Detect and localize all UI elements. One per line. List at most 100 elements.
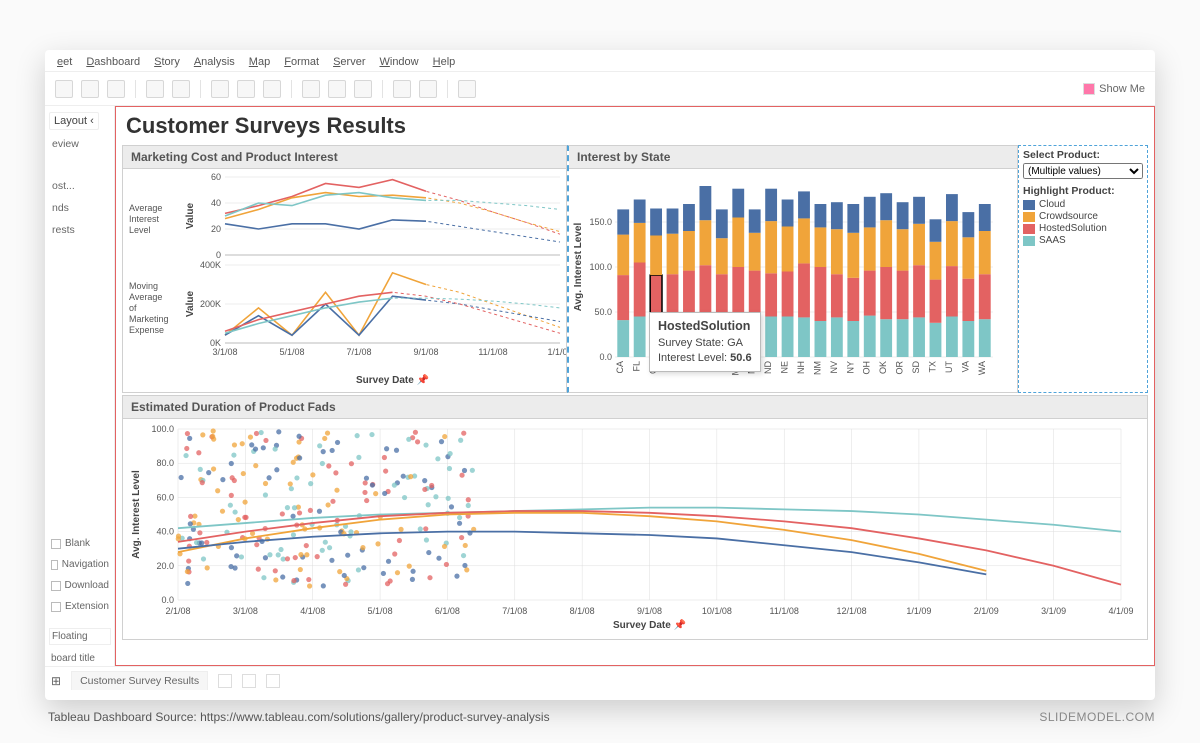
svg-text:Avg. Interest Level: Avg. Interest Level — [131, 470, 142, 559]
toolbar: Show Me — [45, 72, 1155, 106]
sidebar-row[interactable]: eview — [49, 136, 110, 152]
toolbar-add-sheet-icon[interactable] — [107, 80, 125, 98]
svg-text:Survey Date 📌: Survey Date 📌 — [356, 373, 430, 386]
svg-text:2/1/09: 2/1/09 — [974, 606, 999, 616]
svg-text:12/1/08: 12/1/08 — [837, 606, 867, 616]
legend[interactable]: CloudCrowdsourceHostedSolutionSAAS — [1023, 199, 1143, 246]
svg-text:3/1/08: 3/1/08 — [233, 606, 258, 616]
menu-server[interactable]: Server — [333, 56, 365, 68]
chart-state[interactable]: Avg. Interest Level0.050.0100.0150.0CAFL… — [569, 169, 999, 387]
toolbar-swap-icon[interactable] — [211, 80, 229, 98]
legend-item-saas[interactable]: SAAS — [1023, 235, 1143, 246]
chart-marketing[interactable]: AverageInterestLevelValue0204060MovingAv… — [123, 169, 566, 387]
figure-caption: Tableau Dashboard Source: https://www.ta… — [48, 710, 550, 724]
svg-text:6/1/08: 6/1/08 — [435, 606, 460, 616]
menu-story[interactable]: Story — [154, 56, 180, 68]
sheet-tabs: ⊞ Customer Survey Results — [45, 666, 1155, 694]
svg-text:8/1/08: 8/1/08 — [570, 606, 595, 616]
svg-text:Marketing: Marketing — [129, 314, 169, 324]
menu-window[interactable]: Window — [379, 56, 418, 68]
menu-eet[interactable]: eet — [57, 56, 72, 68]
svg-text:80.0: 80.0 — [156, 458, 174, 468]
object-navigation[interactable]: Navigation — [49, 557, 111, 572]
toolbar-present-icon[interactable] — [419, 80, 437, 98]
menu-help[interactable]: Help — [433, 56, 456, 68]
svg-text:60.0: 60.0 — [156, 492, 174, 502]
legend-item-crowdsource[interactable]: Crowdsource — [1023, 211, 1143, 222]
svg-text:Moving: Moving — [129, 281, 158, 291]
svg-text:CA: CA — [615, 361, 625, 374]
floating-toggle[interactable]: Floating — [49, 628, 111, 645]
filter-title: Select Product: — [1023, 149, 1143, 161]
chart-fads[interactable]: 0.020.040.060.080.0100.02/1/083/1/084/1/… — [123, 419, 1133, 634]
toolbar-share-icon[interactable] — [458, 80, 476, 98]
svg-text:7/1/08: 7/1/08 — [346, 347, 371, 357]
toolbar-sort-asc-icon[interactable] — [237, 80, 255, 98]
panel-header: Marketing Cost and Product Interest — [123, 146, 566, 169]
svg-text:NE: NE — [780, 361, 790, 374]
svg-text:200K: 200K — [200, 299, 221, 309]
svg-text:SD: SD — [911, 361, 921, 374]
svg-text:20: 20 — [211, 224, 221, 234]
toolbar-new-icon[interactable] — [55, 80, 73, 98]
object-blank[interactable]: Blank — [49, 536, 111, 551]
sidebar-row[interactable]: ost... — [49, 178, 110, 194]
svg-text:OR: OR — [895, 360, 905, 374]
menu-dashboard[interactable]: Dashboard — [86, 56, 140, 68]
tab-customer-survey[interactable]: Customer Survey Results — [71, 671, 208, 690]
menu-map[interactable]: Map — [249, 56, 270, 68]
svg-text:OK: OK — [878, 361, 888, 374]
svg-text:60: 60 — [211, 172, 221, 182]
object-extension[interactable]: Extension — [49, 599, 111, 614]
new-worksheet-icon[interactable] — [218, 674, 232, 688]
toolbar-group-icon[interactable] — [328, 80, 346, 98]
panel-fads[interactable]: Estimated Duration of Product Fads 0.020… — [122, 395, 1148, 640]
svg-text:Interest: Interest — [129, 214, 160, 224]
svg-text:Value: Value — [185, 291, 196, 318]
new-dashboard-icon[interactable] — [242, 674, 256, 688]
toolbar-save-icon[interactable] — [81, 80, 99, 98]
svg-text:40: 40 — [211, 198, 221, 208]
show-me-button[interactable]: Show Me — [1083, 83, 1145, 95]
toolbar-pin-icon[interactable] — [354, 80, 372, 98]
svg-text:NM: NM — [812, 361, 822, 375]
toolbar-forward-icon[interactable] — [172, 80, 190, 98]
svg-text:Expense: Expense — [129, 325, 164, 335]
color-swatch-icon — [1083, 83, 1095, 95]
svg-text:9/1/08: 9/1/08 — [637, 606, 662, 616]
svg-text:FL: FL — [632, 361, 642, 372]
menubar: eet Dashboard Story Analysis Map Format Server… — [45, 50, 1155, 72]
toolbar-highlight-icon[interactable] — [302, 80, 320, 98]
legend-item-hostedsolution[interactable]: HostedSolution — [1023, 223, 1143, 234]
sidebar-row[interactable]: rests — [49, 222, 110, 238]
svg-text:11/1/08: 11/1/08 — [478, 347, 507, 357]
svg-text:50.0: 50.0 — [594, 307, 612, 317]
panel-header: Interest by State — [569, 146, 1017, 169]
board-title-field[interactable]: board title — [49, 651, 111, 666]
svg-text:400K: 400K — [200, 260, 221, 270]
product-select[interactable]: (Multiple values) — [1023, 163, 1143, 179]
panel-state[interactable]: Interest by State Avg. Interest Level0.0… — [567, 145, 1018, 393]
svg-text:Survey Date 📌: Survey Date 📌 — [613, 618, 687, 631]
svg-text:0: 0 — [216, 250, 221, 260]
svg-text:WA: WA — [977, 361, 987, 375]
svg-text:1/1/09: 1/1/09 — [906, 606, 931, 616]
svg-text:Level: Level — [129, 225, 151, 235]
svg-text:Average: Average — [129, 203, 162, 213]
panel-marketing[interactable]: Marketing Cost and Product Interest Aver… — [122, 145, 567, 393]
layout-tab[interactable]: Layout ‹ — [49, 112, 99, 130]
svg-text:4/1/09: 4/1/09 — [1108, 606, 1133, 616]
svg-text:0.0: 0.0 — [161, 595, 174, 605]
menu-format[interactable]: Format — [284, 56, 319, 68]
toolbar-sort-desc-icon[interactable] — [263, 80, 281, 98]
sidebar-row[interactable]: nds — [49, 200, 110, 216]
toolbar-back-icon[interactable] — [146, 80, 164, 98]
legend-item-cloud[interactable]: Cloud — [1023, 199, 1143, 210]
svg-text:VA: VA — [960, 361, 970, 372]
svg-text:9/1/08: 9/1/08 — [413, 347, 438, 357]
toolbar-fit-icon[interactable] — [393, 80, 411, 98]
svg-text:5/1/08: 5/1/08 — [279, 347, 304, 357]
new-story-icon[interactable] — [266, 674, 280, 688]
menu-analysis[interactable]: Analysis — [194, 56, 235, 68]
object-download[interactable]: Download — [49, 578, 111, 593]
